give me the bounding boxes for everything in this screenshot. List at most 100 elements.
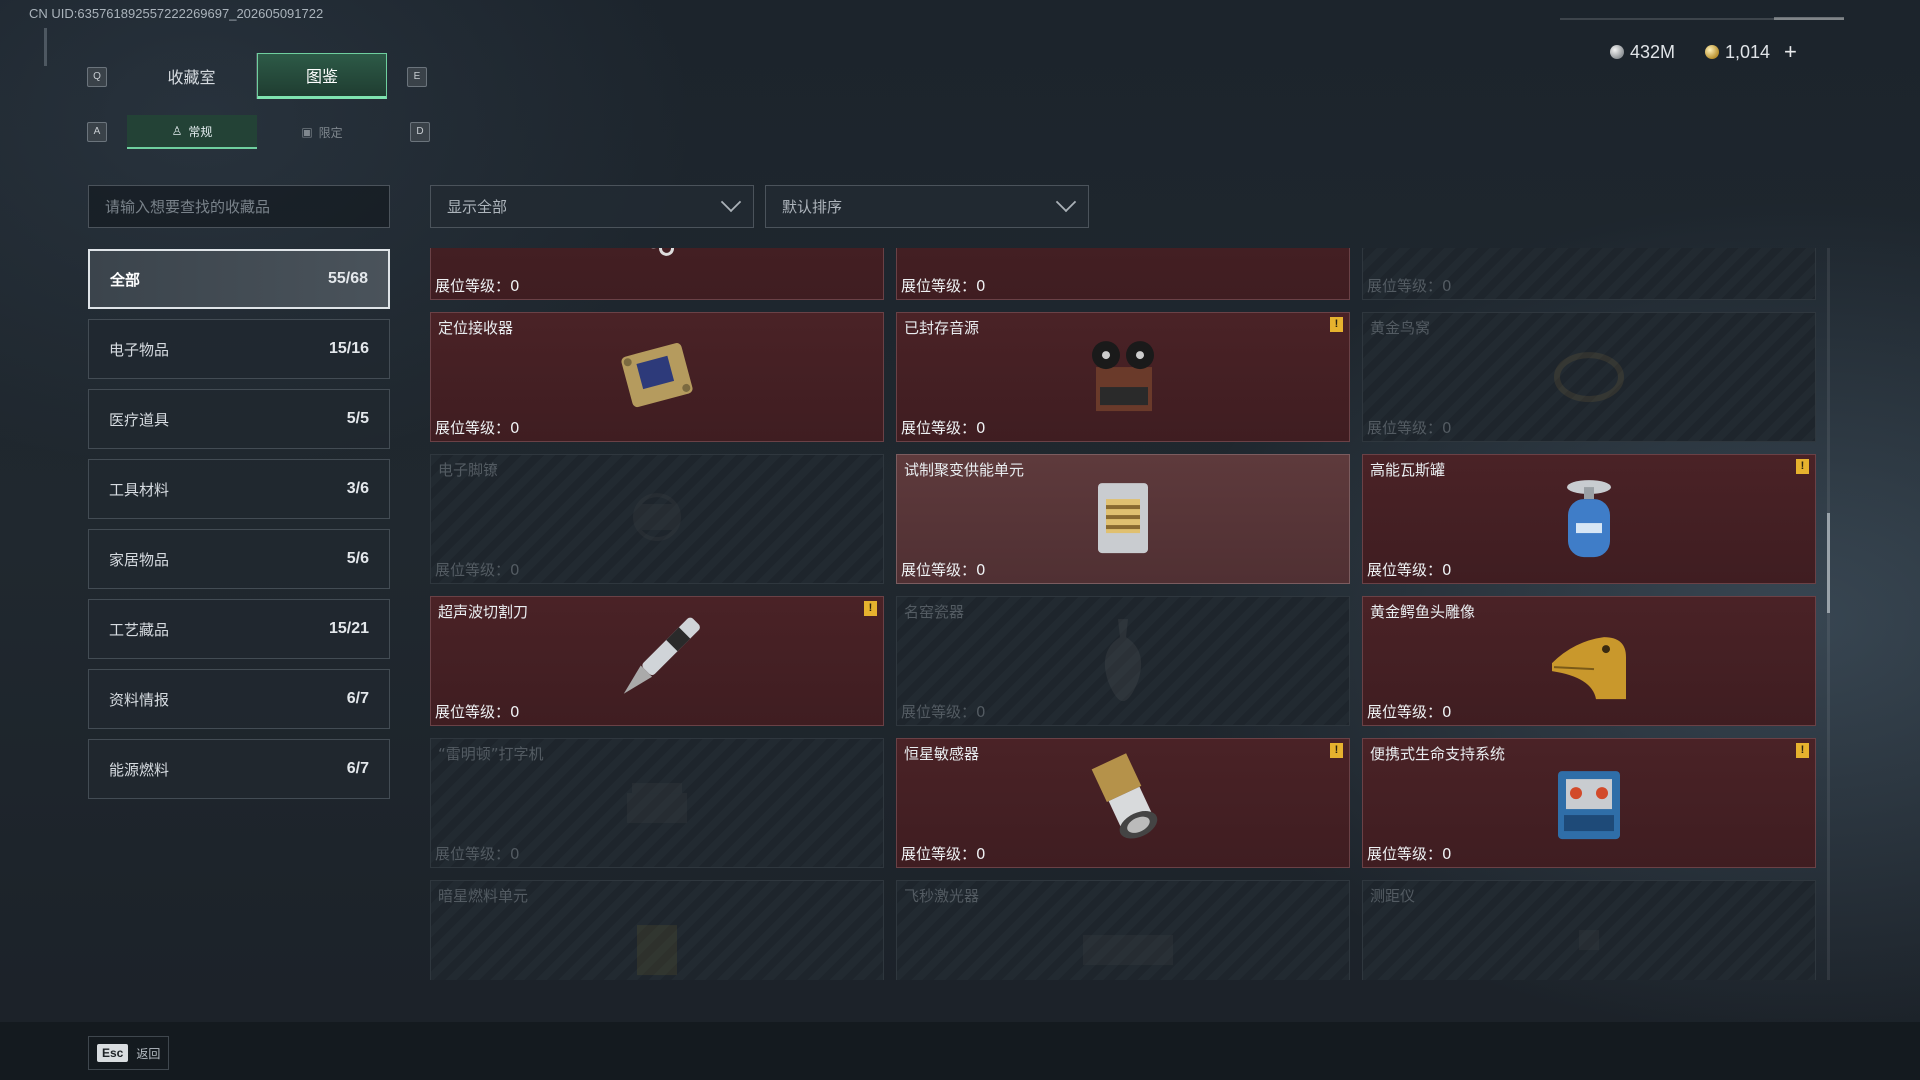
card-level: 展位等级：0 <box>1367 419 1452 437</box>
category-all[interactable]: 全部 55/68 <box>88 249 390 309</box>
category-count: 15/21 <box>328 620 369 637</box>
croc-head-icon <box>1534 611 1644 707</box>
card-name: 便携式生命支持系统 <box>1370 745 1506 763</box>
gold-coin-icon <box>1705 45 1719 59</box>
key-hint-q: Q <box>87 67 107 87</box>
chevron-down-icon <box>1055 191 1077 213</box>
collection-card[interactable]: 黄金鳄鱼头雕像 展位等级：0 <box>1362 596 1816 726</box>
collection-card[interactable]: 便携式生命支持系统 展位等级：0! <box>1362 738 1816 868</box>
subtab-regular-label: 常规 <box>188 124 213 139</box>
card-level: 展位等级：0 <box>901 561 986 579</box>
figure-icon: ♙ <box>171 124 183 138</box>
collection-card[interactable]: 试制聚变供能单元 展位等级：0 <box>896 454 1350 584</box>
collection-card[interactable]: 展位等级：0 <box>896 248 1350 300</box>
sub-tabs: ♙ 常规 ▣ 限定 <box>127 115 387 149</box>
card-level: 展位等级：0 <box>1367 277 1452 295</box>
warning-icon: ! <box>1330 743 1343 758</box>
collection-card[interactable]: 电子脚镣 展位等级：0 <box>430 454 884 584</box>
collection-card[interactable]: 名窑瓷器展位等级：0 <box>896 596 1350 726</box>
add-currency-button[interactable]: + <box>1784 39 1797 65</box>
collection-card[interactable]: 展位等级：0 <box>430 248 884 300</box>
gas-canister-icon <box>1534 469 1644 565</box>
esc-key-icon: Esc <box>97 1044 129 1062</box>
chevron-down-icon <box>720 191 742 213</box>
card-level: 展位等级：0 <box>435 561 520 579</box>
currency-gold: 1,014 + <box>1705 39 1797 65</box>
category-count: 5/5 <box>346 410 369 427</box>
category-household[interactable]: 家居物品 5/6 <box>88 529 390 589</box>
sort-dropdown[interactable]: 默认排序 <box>765 185 1089 228</box>
filter-dropdown-value: 显示全部 <box>447 198 508 216</box>
scrollbar-thumb[interactable] <box>1827 513 1830 613</box>
card-level: 展位等级：0 <box>901 845 986 863</box>
nest-icon <box>1534 327 1644 423</box>
subtab-regular[interactable]: ♙ 常规 <box>127 115 257 149</box>
card-level: 展位等级：0 <box>1367 703 1452 721</box>
collection-card[interactable]: 黄金鸟窝 展位等级：0 <box>1362 312 1816 442</box>
frame-icon <box>1534 248 1644 281</box>
subtab-limited-label: 限定 <box>318 125 343 140</box>
fuel-unit-icon <box>602 895 712 980</box>
search-input[interactable] <box>88 185 390 228</box>
category-label: 工艺藏品 <box>109 620 170 639</box>
category-electronics[interactable]: 电子物品 15/16 <box>88 319 390 379</box>
category-label: 医疗道具 <box>109 410 170 429</box>
category-count: 3/6 <box>346 480 369 497</box>
collection-card[interactable]: 暗星燃料单元 <box>430 880 884 980</box>
card-name: 超声波切割刀 <box>438 603 529 621</box>
card-level: 展位等级：0 <box>1367 561 1452 579</box>
back-button[interactable]: Esc 返回 <box>88 1036 170 1070</box>
category-label: 电子物品 <box>109 340 170 359</box>
category-label: 能源燃料 <box>109 760 170 779</box>
tape-recorder-icon <box>1068 327 1178 423</box>
gold-amount: 1,014 <box>1725 41 1771 62</box>
grid-scrollbar[interactable] <box>1827 248 1830 980</box>
category-count: 6/7 <box>346 690 369 707</box>
key-hint-a: A <box>87 122 107 142</box>
card-name: 高能瓦斯罐 <box>1370 461 1446 479</box>
card-name: 定位接收器 <box>438 319 514 337</box>
category-tools[interactable]: 工具材料 3/6 <box>88 459 390 519</box>
collection-card[interactable]: 恒星敏感器 展位等级：0! <box>896 738 1350 868</box>
card-level: 展位等级：0 <box>435 419 520 437</box>
life-support-icon <box>1534 753 1644 849</box>
collection-card[interactable]: 测距仪 <box>1362 880 1816 980</box>
card-level: 展位等级：0 <box>901 703 986 721</box>
card-level: 展位等级：0 <box>1367 845 1452 863</box>
collection-card[interactable]: 飞秒激光器 <box>896 880 1350 980</box>
card-level: 展位等级：0 <box>901 277 986 295</box>
card-name: “雷明顿”打字机 <box>438 745 544 763</box>
card-name: 黄金鳄鱼头雕像 <box>1370 603 1476 621</box>
collection-card[interactable]: 展位等级：0 <box>1362 248 1816 300</box>
decorative-line <box>44 28 47 66</box>
cutter-icon <box>602 611 712 707</box>
collection-card[interactable]: 已封存音源 展位等级：0! <box>896 312 1350 442</box>
collection-card[interactable]: 高能瓦斯罐展位等级：0! <box>1362 454 1816 584</box>
tab-collection-room[interactable]: 收藏室 <box>127 53 257 99</box>
card-level: 展位等级：0 <box>435 845 520 863</box>
collection-card[interactable]: 定位接收器展位等级：0 <box>430 312 884 442</box>
vase-icon <box>1068 611 1178 707</box>
subtab-limited[interactable]: ▣ 限定 <box>257 115 387 149</box>
category-energy[interactable]: 能源燃料 6/7 <box>88 739 390 799</box>
image-icon: ▣ <box>301 125 313 139</box>
receiver-icon <box>602 327 712 423</box>
category-intel[interactable]: 资料情报 6/7 <box>88 669 390 729</box>
category-label: 工具材料 <box>109 480 170 499</box>
card-level: 展位等级：0 <box>435 277 520 295</box>
filter-dropdown[interactable]: 显示全部 <box>430 185 754 228</box>
rangefinder-icon <box>1534 895 1644 980</box>
collection-card[interactable]: 超声波切割刀 展位等级：0! <box>430 596 884 726</box>
category-crafts[interactable]: 工艺藏品 15/21 <box>88 599 390 659</box>
category-medical[interactable]: 医疗道具 5/5 <box>88 389 390 449</box>
gold-card-icon <box>1068 248 1178 281</box>
category-count: 55/68 <box>327 270 368 287</box>
card-name: 名窑瓷器 <box>904 603 965 621</box>
top-progress-line <box>1560 17 1844 20</box>
collection-card[interactable]: “雷明顿”打字机 展位等级：0 <box>430 738 884 868</box>
category-label: 资料情报 <box>109 690 170 709</box>
warning-icon: ! <box>1796 459 1809 474</box>
card-name: 试制聚变供能单元 <box>904 461 1025 479</box>
tab-catalog[interactable]: 图鉴 <box>257 53 387 99</box>
user-uid: CN UID:635761892557222269697_20260509172… <box>29 6 324 21</box>
